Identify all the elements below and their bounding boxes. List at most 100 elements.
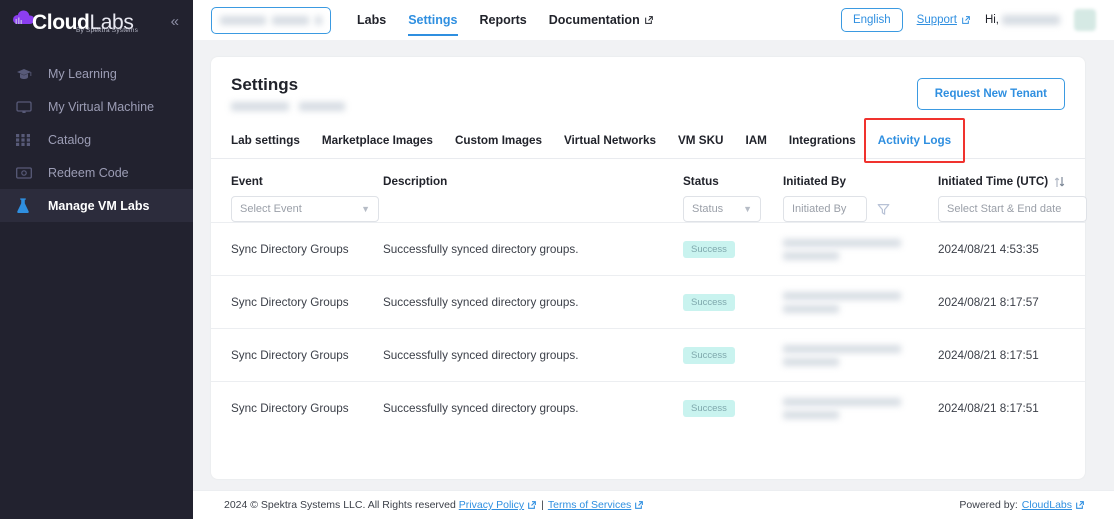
privacy-policy-label: Privacy Policy (458, 499, 525, 511)
tab-integrations[interactable]: Integrations (789, 134, 856, 147)
grid-icon (16, 131, 38, 149)
status-badge: Success (683, 346, 735, 364)
filter-row: Select Event ▼ Status ▼ (211, 188, 1087, 223)
sidebar-item-my-virtual-machine[interactable]: My Virtual Machine (0, 90, 193, 123)
status-badge: Success (683, 399, 735, 417)
cell-description: Successfully synced directory groups. (383, 275, 683, 329)
tenant-selector[interactable] (211, 6, 331, 34)
table-head: Event Description Status Initiated By In… (211, 159, 1085, 188)
status-filter-select[interactable]: Status ▼ (683, 196, 761, 222)
column-label: Description (383, 175, 448, 188)
cell-status: Success (683, 381, 783, 435)
external-link-icon (528, 501, 536, 509)
column-label: Status (683, 175, 719, 188)
terms-of-services-link[interactable]: Terms of Services (548, 499, 644, 511)
redacted-line (783, 251, 839, 260)
table-row[interactable]: Sync Directory Groups Successfully synced… (211, 328, 1085, 382)
tab-custom-images[interactable]: Custom Images (455, 134, 542, 147)
card-header: Settings Request New Tenant (211, 57, 1085, 123)
footer-separator: | (541, 499, 544, 511)
privacy-policy-link[interactable]: Privacy Policy (459, 499, 537, 511)
initiated-by-redacted (783, 238, 938, 260)
sidebar-item-catalog[interactable]: Catalog (0, 123, 193, 156)
sidebar-item-redeem-code[interactable]: Redeem Code (0, 156, 193, 189)
initiated-by-input[interactable] (783, 196, 867, 222)
sidebar-item-label: Redeem Code (48, 165, 129, 180)
tab-lab-settings[interactable]: Lab settings (231, 134, 300, 147)
cell-initiated-by (783, 381, 938, 435)
column-header-initiated-time: Initiated Time (UTC) (938, 159, 1085, 188)
redacted-line (783, 291, 901, 300)
tab-virtual-networks[interactable]: Virtual Networks (564, 134, 656, 147)
subtitle-part (231, 102, 289, 111)
cell-initiated-time: 2024/08/21 8:17:51 (938, 381, 1085, 435)
chevron-down-icon: ▼ (361, 204, 370, 214)
page-title: Settings (231, 75, 299, 94)
language-button[interactable]: English (840, 8, 903, 32)
powered-by-prefix: Powered by: (959, 499, 1018, 511)
table-row[interactable]: Sync Directory Groups Successfully synced… (211, 222, 1085, 276)
cell-description: Successfully synced directory groups. (383, 381, 683, 435)
request-new-tenant-button[interactable]: Request New Tenant (916, 78, 1065, 110)
top-nav-label: Reports (479, 13, 527, 27)
tab-iam[interactable]: IAM (745, 134, 766, 147)
filter-cell-event: Select Event ▼ (211, 188, 383, 223)
funnel-filter-icon[interactable] (877, 203, 890, 216)
column-header-event: Event (211, 159, 383, 188)
initiated-by-redacted (783, 291, 938, 313)
top-navigation-bar: Labs Settings Reports Documentation Engl… (193, 0, 1114, 40)
cell-status: Success (683, 275, 783, 329)
status-badge: Success (683, 293, 735, 311)
table-row[interactable]: Sync Directory Groups Successfully synced… (211, 275, 1085, 329)
sidebar-item-label: Catalog (48, 132, 92, 147)
column-header-status: Status (683, 159, 783, 188)
event-filter-select[interactable]: Select Event ▼ (231, 196, 379, 222)
cell-event: Sync Directory Groups (211, 275, 383, 329)
top-nav-label: Documentation (548, 13, 640, 27)
top-nav-settings[interactable]: Settings (408, 13, 458, 36)
cell-event: Sync Directory Groups (211, 222, 383, 276)
initiated-by-redacted (783, 344, 938, 366)
top-bar-right: English Support Hi, (840, 8, 1096, 32)
graduation-cap-icon (16, 65, 38, 83)
flask-icon (16, 197, 38, 215)
tab-activity-logs[interactable]: Activity Logs (878, 134, 951, 147)
date-range-input[interactable] (938, 196, 1087, 222)
redacted-line (783, 304, 839, 313)
status-filter-label: Status (692, 203, 724, 215)
cell-initiated-time: 2024/08/21 4:53:35 (938, 222, 1085, 276)
top-nav-label: Settings (408, 13, 458, 27)
cell-initiated-time: 2024/08/21 8:17:57 (938, 275, 1085, 329)
redacted-line (783, 238, 901, 247)
external-link-icon (1076, 501, 1084, 509)
table-body: Sync Directory Groups Successfully synced… (211, 222, 1085, 435)
sidebar-item-label: My Learning (48, 66, 117, 81)
powered-by-block: Powered by: CloudLabs (959, 499, 1085, 511)
top-nav-labs[interactable]: Labs (357, 13, 386, 27)
redacted-line (783, 397, 901, 406)
sidebar-item-label: Manage VM Labs (48, 198, 150, 213)
settings-tabs: Lab settings Marketplace Images Custom I… (211, 118, 1085, 163)
filter-cell-description (383, 188, 683, 223)
sidebar-item-my-learning[interactable]: My Learning (0, 57, 193, 90)
status-badge: Success (683, 240, 735, 258)
avatar[interactable] (1074, 9, 1096, 31)
app-root: CloudLabs By Spektra Systems « My Learni… (0, 0, 1114, 519)
top-nav-label: Labs (357, 13, 387, 27)
sidebar-item-manage-vm-labs[interactable]: Manage VM Labs (0, 189, 193, 222)
tab-marketplace-images[interactable]: Marketplace Images (322, 134, 433, 147)
top-nav-reports[interactable]: Reports (480, 13, 527, 27)
table-row[interactable]: Sync Directory Groups Successfully synced… (211, 381, 1085, 435)
top-nav-documentation[interactable]: Documentation (549, 13, 654, 27)
support-link[interactable]: Support (917, 14, 971, 26)
redacted-line (783, 410, 839, 419)
external-link-icon (962, 16, 970, 24)
cell-description: Successfully synced directory groups. (383, 328, 683, 382)
cloudlabs-link[interactable]: CloudLabs (1022, 499, 1085, 511)
tab-vm-sku[interactable]: VM SKU (678, 134, 723, 147)
sort-arrows-icon[interactable] (1054, 176, 1065, 188)
column-label: Initiated Time (UTC) (938, 175, 1049, 188)
cell-initiated-by (783, 222, 938, 276)
sidebar-collapse-icon[interactable]: « (171, 14, 179, 29)
redacted-line (783, 357, 839, 366)
